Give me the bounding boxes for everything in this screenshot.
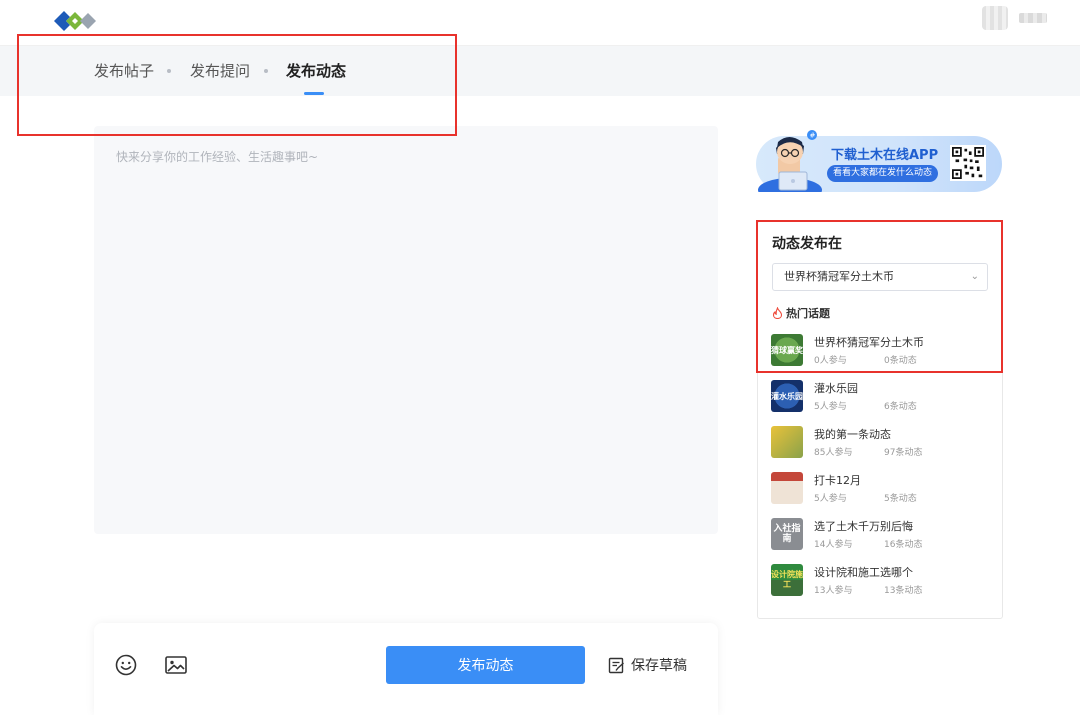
- image-upload-button[interactable]: [164, 653, 188, 677]
- topic-posts: 5条动态: [884, 494, 917, 504]
- topic-participants: 0人参与: [814, 356, 847, 366]
- panel-title: 动态发布在: [772, 236, 842, 252]
- topic-posts: 6条动态: [884, 402, 917, 412]
- topic-select-value: 世界杯猜冠军分土木币: [784, 270, 894, 283]
- topic-thumbnail: [771, 426, 803, 458]
- topic-name: 世界杯猜冠军分土木币: [814, 336, 924, 349]
- emoji-button[interactable]: [114, 653, 138, 677]
- app-download-banner[interactable]: # 下载土木在线APP 看看大家都在发什么动态: [756, 128, 1002, 192]
- banner-title: 下载土木在线APP: [831, 148, 939, 163]
- top-header: [0, 0, 1080, 46]
- topic-thumbnail: 猜球赢奖: [771, 334, 803, 366]
- chevron-down-icon: ⌄: [970, 271, 979, 282]
- mascot-illustration: #: [758, 130, 822, 192]
- topic-name: 打卡12月: [814, 474, 861, 487]
- topic-thumbnail: [771, 472, 803, 504]
- active-tab-indicator: [304, 92, 324, 95]
- topic-item[interactable]: 入社指南 选了土木千万别后悔 14人参与 16条动态: [771, 518, 991, 552]
- topic-name: 选了土木千万别后悔: [814, 520, 913, 533]
- topic-participants: 13人参与: [814, 586, 853, 596]
- hot-topics-heading: 热门话题: [772, 305, 830, 321]
- tab-post[interactable]: 发布帖子: [94, 60, 154, 82]
- topic-item[interactable]: 打卡12月 5人参与 5条动态: [771, 472, 991, 506]
- topic-thumbnail: 灌水乐园: [771, 380, 803, 412]
- topic-thumbnail: 入社指南: [771, 518, 803, 550]
- fire-icon: [772, 307, 783, 319]
- svg-text:#: #: [810, 132, 816, 140]
- qr-code-icon: [950, 145, 986, 181]
- topic-item[interactable]: 我的第一条动态 85人参与 97条动态: [771, 426, 991, 460]
- moment-content-input[interactable]: [94, 126, 718, 534]
- topic-posts: 0条动态: [884, 356, 917, 366]
- draft-icon: [608, 657, 624, 673]
- save-draft-button[interactable]: 保存草稿: [608, 654, 687, 676]
- tab-separator: [264, 69, 268, 73]
- topic-item[interactable]: 猜球赢奖 世界杯猜冠军分土木币 0人参与 0条动态: [771, 334, 991, 368]
- topic-item[interactable]: 设计院施工 设计院和施工选哪个 13人参与 13条动态: [771, 564, 991, 598]
- topic-name: 设计院和施工选哪个: [814, 566, 913, 579]
- topic-item[interactable]: 灌水乐园 灌水乐园 5人参与 6条动态: [771, 380, 991, 414]
- topic-posts: 97条动态: [884, 448, 923, 458]
- topic-name: 灌水乐园: [814, 382, 858, 395]
- tab-separator: [167, 69, 171, 73]
- topic-participants: 85人参与: [814, 448, 853, 458]
- hot-topics-label: 热门话题: [786, 307, 830, 320]
- tab-question[interactable]: 发布提问: [190, 60, 250, 82]
- site-logo[interactable]: [54, 7, 96, 35]
- topic-posts: 13条动态: [884, 586, 923, 596]
- publish-button[interactable]: 发布动态: [386, 646, 585, 684]
- image-icon: [165, 656, 187, 674]
- smiley-icon: [115, 654, 137, 676]
- tab-moment[interactable]: 发布动态: [286, 60, 346, 82]
- banner-subtitle: 看看大家都在发什么动态: [827, 165, 939, 182]
- topic-name: 我的第一条动态: [814, 428, 891, 441]
- publish-tabs-bar: [0, 46, 1080, 96]
- user-name[interactable]: [1019, 13, 1047, 23]
- topic-participants: 5人参与: [814, 402, 847, 412]
- user-avatar[interactable]: [982, 6, 1008, 30]
- topic-participants: 5人参与: [814, 494, 847, 504]
- topic-select[interactable]: 世界杯猜冠军分土木币 ⌄: [772, 263, 988, 291]
- topic-participants: 14人参与: [814, 540, 853, 550]
- topic-posts: 16条动态: [884, 540, 923, 550]
- save-draft-label: 保存草稿: [631, 658, 687, 674]
- topic-thumbnail: 设计院施工: [771, 564, 803, 596]
